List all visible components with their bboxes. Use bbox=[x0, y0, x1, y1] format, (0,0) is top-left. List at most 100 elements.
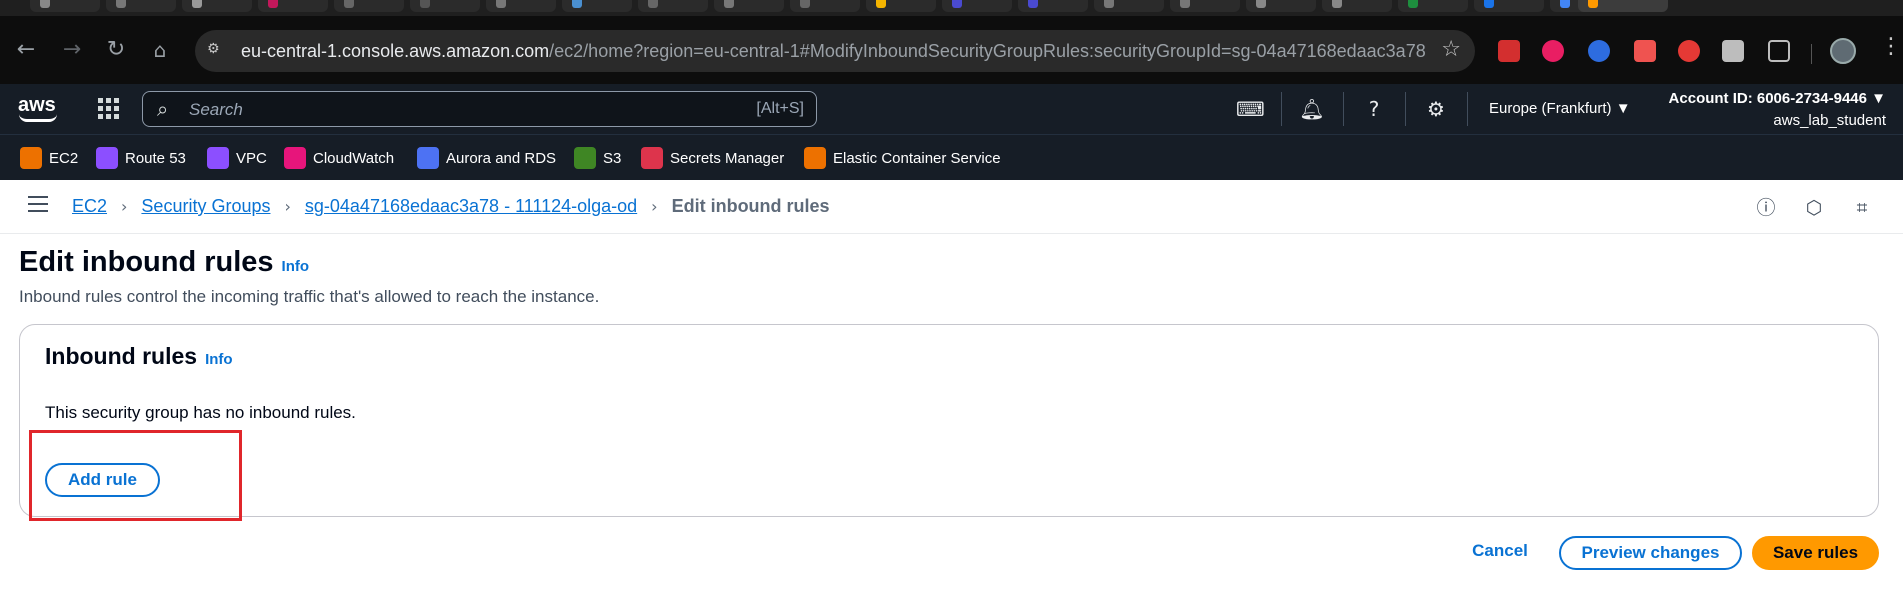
preview-changes-button[interactable]: Preview changes bbox=[1559, 536, 1742, 570]
extension-icon[interactable] bbox=[1498, 40, 1520, 62]
header-divider bbox=[1467, 92, 1468, 126]
s3-icon bbox=[574, 147, 596, 169]
favorite-secrets-manager[interactable]: Secrets Manager bbox=[641, 147, 784, 169]
address-url[interactable]: eu-central-1.console.aws.amazon.com/ec2/… bbox=[241, 41, 1426, 62]
favorite-route53[interactable]: Route 53 bbox=[96, 147, 186, 169]
favorite-label: Secrets Manager bbox=[670, 149, 785, 167]
arrow-right-icon[interactable]: → bbox=[56, 34, 88, 66]
aws-logo-text: aws bbox=[18, 94, 56, 116]
panel-title: Inbound rules Info bbox=[45, 343, 233, 370]
annotation-highlight-box bbox=[29, 430, 242, 521]
favorite-label: VPC bbox=[236, 149, 267, 167]
extension-icon[interactable] bbox=[1678, 40, 1700, 62]
extension-icon[interactable] bbox=[1542, 40, 1564, 62]
favorite-label: EC2 bbox=[49, 149, 79, 167]
gear-icon[interactable]: ⚙ bbox=[1422, 95, 1450, 123]
browser-tab[interactable] bbox=[942, 0, 1012, 12]
header-divider bbox=[1281, 92, 1282, 126]
browser-tab[interactable] bbox=[638, 0, 708, 12]
search-icon: ⌕ bbox=[157, 97, 169, 121]
info-link[interactable]: Info bbox=[205, 351, 233, 368]
aws-logo-smile bbox=[19, 114, 57, 122]
browser-tab[interactable] bbox=[790, 0, 860, 12]
browser-tab[interactable] bbox=[1322, 0, 1392, 12]
breadcrumb-security-group[interactable]: sg-04a47168edaac3a78 - 111124-olga-od bbox=[305, 196, 637, 217]
breadcrumb-security-groups[interactable]: Security Groups bbox=[141, 196, 270, 217]
breadcrumb-bar: EC2 › Security Groups › sg-04a47168edaac… bbox=[0, 180, 1903, 234]
rds-icon bbox=[417, 147, 439, 169]
aws-logo[interactable]: aws bbox=[18, 94, 57, 122]
header-divider bbox=[1343, 92, 1344, 126]
star-icon[interactable]: ☆ bbox=[1441, 37, 1461, 62]
browser-tab[interactable] bbox=[1094, 0, 1164, 12]
browser-tab[interactable] bbox=[1398, 0, 1468, 12]
menu-icon[interactable] bbox=[28, 196, 48, 214]
secrets-manager-icon bbox=[641, 147, 663, 169]
browser-tab[interactable] bbox=[334, 0, 404, 12]
browser-tab[interactable] bbox=[714, 0, 784, 12]
browser-tab[interactable] bbox=[866, 0, 936, 12]
cancel-button[interactable]: Cancel bbox=[1460, 536, 1540, 570]
favorite-label: Aurora and RDS bbox=[446, 149, 557, 167]
favorite-label: Route 53 bbox=[125, 149, 186, 167]
favorite-label: Elastic Container Service bbox=[833, 149, 1001, 167]
puzzle-icon[interactable] bbox=[1768, 40, 1790, 62]
browser-tab[interactable] bbox=[486, 0, 556, 12]
browser-tab[interactable] bbox=[410, 0, 480, 12]
browser-tab[interactable] bbox=[258, 0, 328, 12]
chevron-right-icon: › bbox=[284, 197, 291, 216]
browser-tab-strip bbox=[0, 0, 1903, 16]
browser-tab[interactable] bbox=[562, 0, 632, 12]
address-bar[interactable]: ⚙ eu-central-1.console.aws.amazon.com/ec… bbox=[195, 30, 1475, 72]
favorite-vpc[interactable]: VPC bbox=[207, 147, 267, 169]
favorite-label: CloudWatch bbox=[313, 149, 395, 167]
info-link[interactable]: Info bbox=[282, 258, 310, 275]
reload-icon[interactable]: ↻ bbox=[100, 34, 132, 66]
favorite-ecs[interactable]: Elastic Container Service bbox=[804, 147, 1001, 169]
settings-hex-icon[interactable]: ⬡ bbox=[1802, 196, 1826, 220]
browser-tab[interactable] bbox=[1170, 0, 1240, 12]
profile-avatar[interactable] bbox=[1830, 38, 1856, 64]
region-selector[interactable]: Europe (Frankfurt) ▼ bbox=[1489, 100, 1631, 117]
site-info-icon[interactable]: ⚙ bbox=[207, 41, 227, 61]
empty-state-message: This security group has no inbound rules… bbox=[45, 403, 356, 422]
browser-tab[interactable] bbox=[182, 0, 252, 12]
bell-icon[interactable]: 🔔︎ bbox=[1298, 95, 1326, 123]
zoom-extension-icon[interactable] bbox=[1588, 40, 1610, 62]
account-id: Account ID: 6006-2734-9446 ▼ bbox=[1668, 90, 1886, 107]
help-icon[interactable]: ? bbox=[1360, 95, 1388, 123]
browser-tab[interactable] bbox=[30, 0, 100, 12]
browser-tab[interactable] bbox=[1474, 0, 1544, 12]
browser-tab[interactable] bbox=[1018, 0, 1088, 12]
feedback-icon[interactable]: ⌗ bbox=[1850, 196, 1874, 220]
save-rules-button[interactable]: Save rules bbox=[1752, 536, 1879, 570]
more-vert-icon[interactable]: ⋮ bbox=[1880, 34, 1902, 59]
favorite-ec2[interactable]: EC2 bbox=[20, 147, 78, 169]
browser-toolbar: ← → ↻ ⌂ ⚙ eu-central-1.console.aws.amazo… bbox=[0, 16, 1903, 84]
page-title-text: Edit inbound rules bbox=[19, 246, 274, 278]
browser-tab[interactable] bbox=[106, 0, 176, 12]
page-title: Edit inbound rules Info bbox=[19, 246, 309, 279]
inbound-rules-panel: Inbound rules Info This security group ha… bbox=[19, 324, 1879, 517]
breadcrumb-ec2[interactable]: EC2 bbox=[72, 196, 107, 217]
favorite-s3[interactable]: S3 bbox=[574, 147, 621, 169]
favorite-cloudwatch[interactable]: CloudWatch bbox=[284, 147, 394, 169]
cloudshell-icon[interactable]: ⌨ bbox=[1236, 95, 1265, 123]
favorite-aurora-rds[interactable]: Aurora and RDS bbox=[417, 147, 556, 169]
arrow-left-icon[interactable]: ← bbox=[10, 34, 42, 66]
extension-icon[interactable] bbox=[1722, 40, 1744, 62]
home-icon[interactable]: ⌂ bbox=[144, 34, 176, 66]
account-menu[interactable]: Account ID: 6006-2734-9446 ▼ aws_lab_stu… bbox=[1669, 88, 1886, 132]
info-icon[interactable]: ⓘ bbox=[1754, 196, 1778, 220]
route53-icon bbox=[96, 147, 118, 169]
extension-icon[interactable] bbox=[1634, 40, 1656, 62]
header-divider bbox=[1405, 92, 1406, 126]
browser-tab[interactable] bbox=[1246, 0, 1316, 12]
search-input[interactable]: ⌕ Search [Alt+S] bbox=[142, 91, 817, 127]
ecs-icon bbox=[804, 147, 826, 169]
panel-title-text: Inbound rules bbox=[45, 343, 198, 369]
browser-tab-active[interactable] bbox=[1578, 0, 1668, 12]
services-grid-icon[interactable] bbox=[98, 98, 120, 120]
chevron-right-icon: › bbox=[651, 197, 658, 216]
breadcrumb-current: Edit inbound rules bbox=[671, 196, 830, 216]
